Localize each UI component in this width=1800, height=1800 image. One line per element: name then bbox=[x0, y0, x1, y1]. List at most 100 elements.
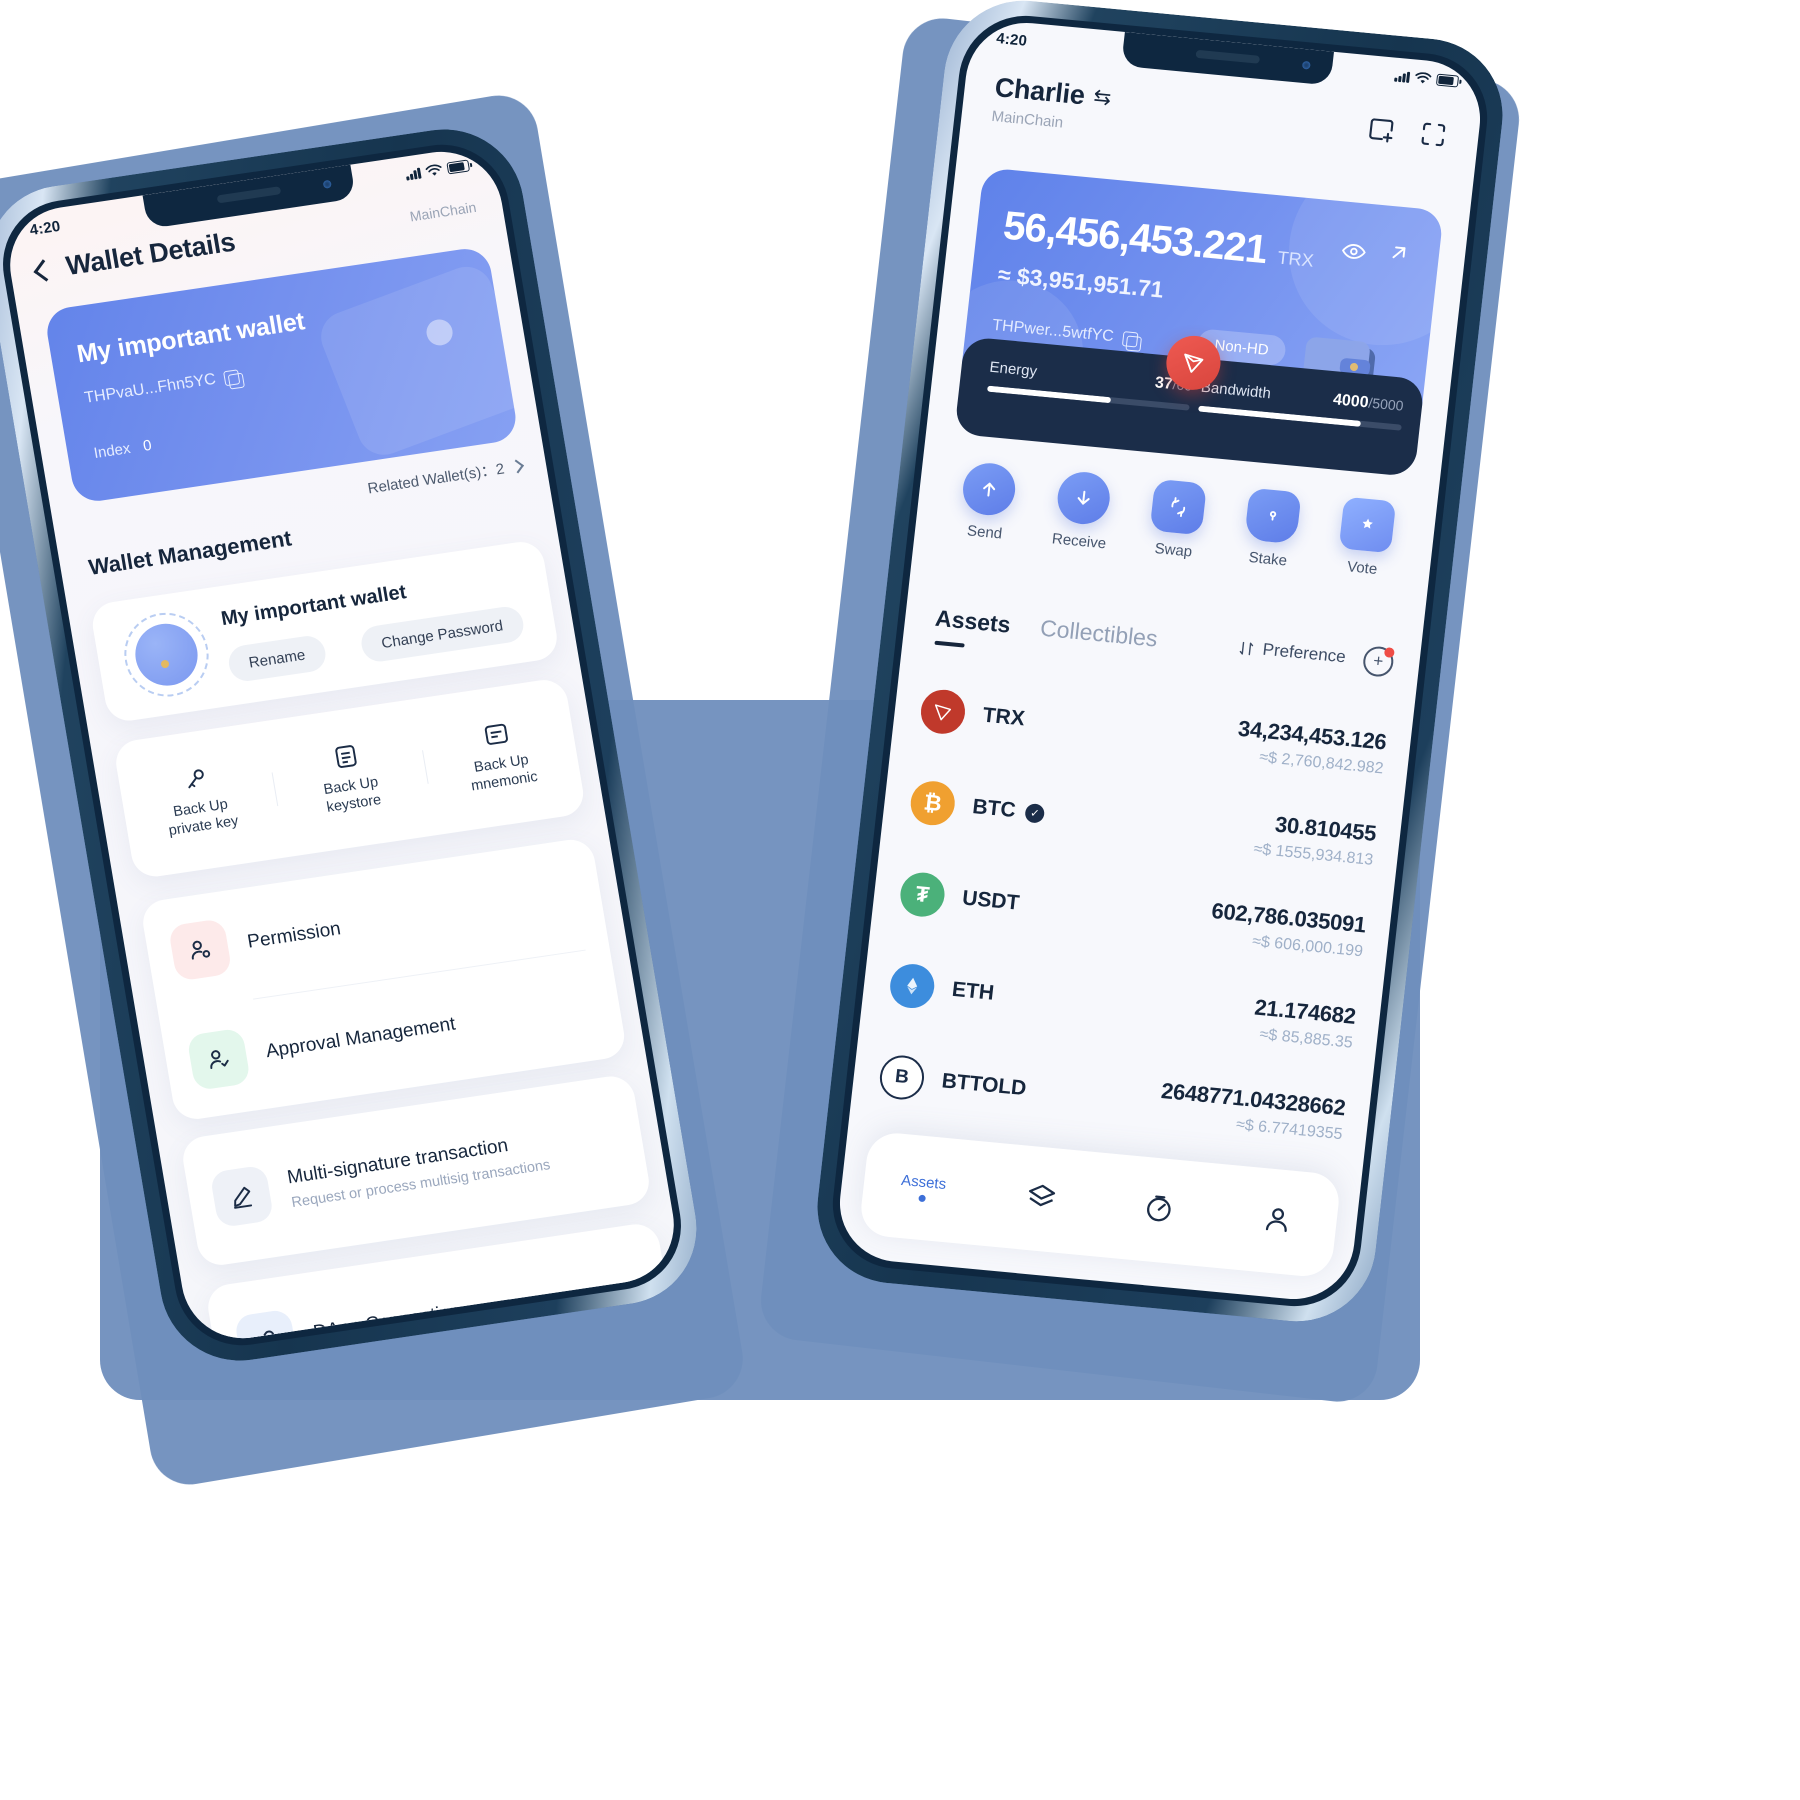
account-switcher[interactable]: Charlie ⇆ bbox=[993, 72, 1113, 114]
related-wallets-label: Related Wallet(s)：2 bbox=[366, 460, 506, 498]
user-check-icon bbox=[186, 1027, 252, 1092]
wallet-details-screen: 4:20 Wallet Details MainChain My importa… bbox=[1, 143, 683, 1347]
account-name: Charlie bbox=[993, 72, 1087, 111]
change-password-button[interactable]: Change Password bbox=[358, 604, 526, 664]
screenshot-stage: 4:20 Wallet Details MainChain My importa… bbox=[0, 0, 1800, 1800]
asset-amount: 21.174682 bbox=[1253, 993, 1358, 1029]
status-icons bbox=[405, 159, 471, 181]
ticket-star-icon bbox=[1338, 496, 1396, 554]
wallet-avatar-icon[interactable] bbox=[117, 607, 216, 703]
card-decoration bbox=[313, 259, 520, 463]
front-camera-icon bbox=[1301, 60, 1311, 70]
wallet-name: My important wallet bbox=[74, 307, 307, 369]
tabbar-label-assets: Assets bbox=[900, 1171, 947, 1194]
quick-action-label-stake: Stake bbox=[1247, 548, 1288, 570]
quick-action-send[interactable]: Send bbox=[936, 459, 1039, 546]
swap-icon bbox=[1149, 478, 1208, 536]
usdt-logo-icon: ₮ bbox=[898, 870, 947, 919]
quick-action-receive[interactable]: Receive bbox=[1031, 468, 1134, 555]
pencil-icon bbox=[209, 1164, 275, 1229]
backup-mnemonic-button[interactable]: Back Up mnemonic bbox=[419, 710, 581, 801]
battery-icon bbox=[446, 159, 471, 175]
quick-actions: Send Receive Swap Stake Vote bbox=[936, 459, 1417, 582]
battery-icon bbox=[1435, 73, 1460, 88]
menu-label-permission: Permission bbox=[245, 918, 343, 953]
document-lines-icon bbox=[484, 723, 508, 745]
quick-action-label-vote: Vote bbox=[1346, 558, 1379, 578]
backup-private-key-button[interactable]: Back Up private key bbox=[118, 755, 280, 846]
rename-button[interactable]: Rename bbox=[226, 633, 328, 684]
wallet-index-row: Index 0 bbox=[93, 437, 153, 462]
status-time: 4:20 bbox=[995, 29, 1029, 50]
wallet-address-row[interactable]: THPvaU...Fhn5YC bbox=[83, 367, 241, 408]
bttold-logo-icon: B bbox=[877, 1053, 927, 1102]
resource-energy: Energy 37/60 bbox=[986, 359, 1193, 411]
eth-logo-icon bbox=[887, 962, 937, 1011]
backup-keystore-button[interactable]: Back Up keystore bbox=[269, 732, 431, 823]
arrow-up-icon bbox=[960, 460, 1019, 518]
speaker-icon bbox=[1195, 49, 1261, 64]
quick-action-swap[interactable]: Swap bbox=[1125, 477, 1228, 564]
copy-icon[interactable] bbox=[223, 368, 241, 386]
chain-label: MainChain bbox=[408, 198, 478, 224]
keystore-file-icon bbox=[335, 745, 357, 768]
asset-values: 602,786.035091 ≈$ 606,000.199 bbox=[1208, 898, 1367, 961]
front-camera-icon bbox=[322, 179, 332, 189]
scan-qr-icon[interactable] bbox=[1417, 118, 1450, 151]
quick-action-vote[interactable]: Vote bbox=[1314, 495, 1417, 582]
asset-values: 30.810455 ≈$ 1555,934.813 bbox=[1253, 809, 1378, 869]
content-tabs: Assets Collectibles bbox=[934, 605, 1159, 653]
tabbar-item-profile[interactable] bbox=[1216, 1197, 1338, 1245]
asset-symbol: BTTOLD bbox=[940, 1069, 1028, 1101]
asset-symbol: ETH bbox=[950, 977, 996, 1005]
section-title-wallet-management: Wallet Management bbox=[86, 525, 294, 580]
arrow-down-icon bbox=[1055, 469, 1113, 527]
permission-card: Permission Approval Management bbox=[139, 836, 628, 1123]
back-chevron-icon[interactable] bbox=[33, 258, 56, 282]
preference-button[interactable]: Preference bbox=[1237, 637, 1347, 667]
balance-amount: 56,456,453.221 bbox=[1001, 203, 1269, 273]
arrow-right-icon bbox=[509, 459, 524, 473]
quick-action-label-send: Send bbox=[966, 522, 1004, 543]
tab-collectibles[interactable]: Collectibles bbox=[1039, 615, 1159, 653]
asset-values: 34,234,453.126 ≈$ 2,760,842.982 bbox=[1234, 715, 1388, 778]
wallet-address: THPvaU...Fhn5YC bbox=[83, 370, 218, 407]
user-settings-icon bbox=[167, 918, 233, 982]
active-indicator-dot bbox=[917, 1194, 926, 1203]
profile-icon bbox=[1265, 1207, 1287, 1232]
resource-bandwidth: Bandwidth 4000/5000 bbox=[1198, 379, 1404, 431]
wallet-index-label: Index bbox=[92, 439, 132, 463]
signal-icon bbox=[1394, 70, 1411, 83]
signal-icon bbox=[405, 167, 422, 181]
asset-values: 2648771.04328662 ≈$ 6.77419355 bbox=[1157, 1078, 1347, 1144]
verified-badge-icon: ✓ bbox=[1024, 802, 1046, 824]
menu-label-approval-management: Approval Management bbox=[264, 1013, 458, 1063]
tab-assets[interactable]: Assets bbox=[934, 605, 1012, 639]
asset-amount: 30.810455 bbox=[1273, 811, 1378, 846]
status-icons bbox=[1394, 69, 1460, 88]
phone-left-bezel: 4:20 Wallet Details MainChain My importa… bbox=[0, 135, 692, 1355]
eye-icon[interactable] bbox=[1339, 237, 1368, 265]
tabbar-item-assets[interactable]: Assets bbox=[862, 1168, 983, 1207]
related-wallets-link[interactable]: Related Wallet(s)：2 bbox=[366, 455, 524, 498]
quick-action-label-receive: Receive bbox=[1051, 530, 1107, 553]
status-time: 4:20 bbox=[28, 217, 62, 239]
account-switch-icon[interactable]: ⇆ bbox=[1092, 84, 1112, 110]
key-icon bbox=[188, 769, 204, 789]
sort-arrows-icon bbox=[1239, 641, 1254, 655]
quick-action-label-swap: Swap bbox=[1153, 540, 1194, 561]
add-wallet-icon[interactable] bbox=[1365, 113, 1398, 146]
arrow-up-right-icon[interactable] bbox=[1386, 240, 1413, 266]
speaker-icon bbox=[216, 186, 282, 204]
asset-symbol-text: BTC bbox=[971, 795, 1017, 822]
tabbar-item-explore[interactable] bbox=[1098, 1186, 1220, 1234]
layers-icon bbox=[1028, 1184, 1055, 1206]
wifi-icon bbox=[425, 164, 442, 176]
copy-icon[interactable] bbox=[1121, 330, 1139, 347]
quick-action-stake[interactable]: Stake bbox=[1220, 486, 1323, 573]
trx-logo-icon bbox=[918, 687, 968, 736]
bandwidth-total: 5000 bbox=[1371, 394, 1405, 414]
tabbar-item-layers[interactable] bbox=[980, 1175, 1102, 1223]
explore-icon bbox=[1147, 1195, 1171, 1221]
add-token-icon[interactable]: + bbox=[1361, 645, 1395, 678]
